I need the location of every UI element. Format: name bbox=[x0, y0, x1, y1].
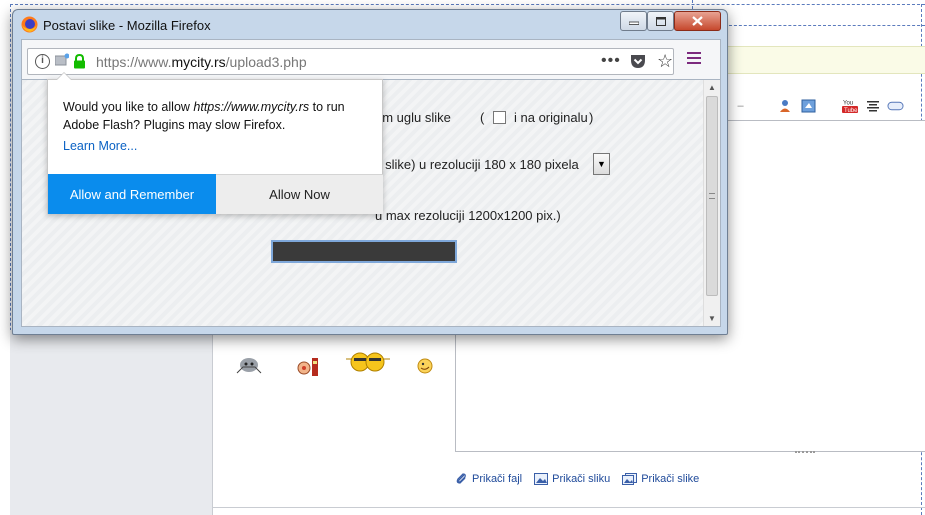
close-icon bbox=[692, 16, 703, 26]
smiley-boxer-icon[interactable] bbox=[296, 355, 322, 380]
smiley-couple-icon[interactable] bbox=[344, 349, 392, 378]
align-center-icon[interactable] bbox=[864, 98, 881, 115]
attach-image-label: Prikači sliku bbox=[552, 472, 611, 485]
smiley-ghost-icon[interactable] bbox=[234, 355, 264, 380]
spoiler-icon[interactable] bbox=[887, 98, 904, 115]
close-button[interactable] bbox=[674, 11, 721, 31]
plugin-icon[interactable] bbox=[55, 53, 69, 67]
attach-file-link[interactable]: Prikači fajl bbox=[455, 472, 522, 485]
maximize-button[interactable] bbox=[647, 11, 674, 31]
star-icon[interactable]: ☆ bbox=[657, 52, 673, 70]
attach-image-link[interactable]: Prikači sliku bbox=[534, 472, 610, 485]
youtube-icon[interactable]: You Tube bbox=[841, 98, 858, 115]
popup-arrow-inner bbox=[57, 73, 71, 80]
resolution-dropdown[interactable]: ▼ bbox=[593, 153, 610, 175]
original-checkbox[interactable] bbox=[493, 111, 506, 124]
attach-images-link[interactable]: Prikači slike bbox=[622, 472, 699, 485]
selection-handle-top bbox=[692, 0, 693, 9]
max-resolution-label: u max rezoluciji 1200x1200 pix.) bbox=[375, 208, 561, 223]
attach-file-label: Prikači fajl bbox=[472, 472, 523, 485]
scrollbar-thumb[interactable] bbox=[706, 96, 718, 296]
firefox-logo-icon bbox=[21, 16, 38, 33]
smiley-wink-icon[interactable] bbox=[416, 357, 434, 378]
allow-now-button[interactable]: Allow Now bbox=[216, 174, 383, 214]
resolution-option-label: z slike) u rezoluciji 180 x 180 pixela bbox=[375, 157, 579, 172]
attach-images-label: Prikači slike bbox=[641, 472, 700, 485]
minimize-icon bbox=[628, 21, 639, 25]
notice-strip bbox=[724, 46, 925, 74]
smiley-panel bbox=[230, 345, 450, 385]
grip-icon bbox=[709, 193, 715, 199]
editor-toolbar: – You Tube bbox=[728, 92, 925, 120]
hamburger-menu-icon[interactable] bbox=[687, 52, 701, 66]
url-host: mycity.rs bbox=[171, 54, 226, 70]
navigation-bar: i https://www.mycity.rs/upload3.php ••• … bbox=[21, 39, 721, 79]
allow-and-remember-button[interactable]: Allow and Remember bbox=[48, 174, 216, 214]
url-prefix: https://www. bbox=[96, 54, 172, 70]
title-bar[interactable]: Postavi slike - Mozilla Firefox bbox=[13, 10, 727, 39]
paren-close: ) bbox=[589, 110, 594, 125]
message-before: Would you like to allow bbox=[63, 100, 194, 114]
minimize-button[interactable] bbox=[620, 11, 647, 31]
corner-option-label: om uglu slike bbox=[375, 110, 451, 125]
quote-icon[interactable] bbox=[800, 98, 817, 115]
permission-message: Would you like to allow https://www.myci… bbox=[63, 98, 363, 134]
image-icon bbox=[534, 472, 549, 485]
pocket-icon[interactable] bbox=[630, 54, 646, 69]
lock-icon bbox=[74, 54, 85, 69]
url-text: https://www.mycity.rs/upload3.php bbox=[96, 54, 307, 70]
maximize-icon bbox=[655, 16, 666, 26]
page-actions-button[interactable]: ••• bbox=[601, 52, 621, 70]
user-tag-icon[interactable] bbox=[777, 98, 794, 115]
message-site: https://www.mycity.rs bbox=[193, 100, 310, 114]
bottom-divider bbox=[213, 507, 925, 508]
url-path: /upload3.php bbox=[225, 54, 307, 70]
attachment-links: Prikači fajl Prikači sliku Prikači slike bbox=[455, 472, 699, 485]
info-icon[interactable]: i bbox=[35, 54, 50, 69]
scrollbar[interactable]: ▲ ▼ bbox=[703, 80, 720, 326]
chevron-down-icon: ▼ bbox=[597, 159, 606, 169]
paperclip-icon bbox=[456, 473, 466, 484]
flash-permission-popup: Would you like to allow https://www.myci… bbox=[47, 72, 383, 214]
learn-more-link[interactable]: Learn More... bbox=[63, 139, 137, 153]
svg-text:You: You bbox=[843, 101, 853, 107]
original-checkbox-label: i na originalu bbox=[514, 110, 588, 125]
scroll-down-icon[interactable]: ▼ bbox=[708, 314, 716, 323]
url-bar[interactable]: i https://www.mycity.rs/upload3.php ••• … bbox=[27, 48, 674, 75]
paren-open: ( bbox=[480, 110, 485, 125]
selection-border-inner bbox=[724, 25, 925, 26]
editor-resize-handle[interactable] bbox=[795, 451, 815, 456]
scroll-up-icon[interactable]: ▲ bbox=[708, 83, 716, 92]
selection-border-top bbox=[10, 4, 925, 5]
separator-icon: – bbox=[737, 100, 744, 112]
window-title: Postavi slike - Mozilla Firefox bbox=[43, 18, 211, 33]
images-icon bbox=[622, 472, 638, 485]
svg-text:Tube: Tube bbox=[844, 108, 858, 114]
left-panel bbox=[10, 330, 213, 515]
upload-flash-button[interactable] bbox=[271, 240, 457, 263]
